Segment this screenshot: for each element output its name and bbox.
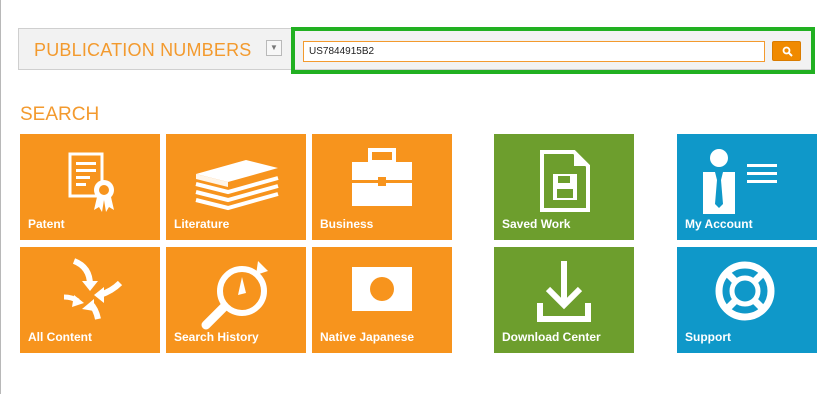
tile-search-history[interactable]: Search History (166, 247, 306, 353)
tile-business[interactable]: Business (312, 134, 452, 240)
search-type-label[interactable]: PUBLICATION NUMBERS (34, 39, 252, 61)
search-input[interactable] (303, 41, 765, 62)
tile-literature[interactable]: Literature (166, 134, 306, 240)
section-title: SEARCH (20, 104, 100, 125)
tile-label: Saved Work (502, 217, 571, 231)
search-button[interactable] (772, 41, 801, 61)
tile-saved-work[interactable]: Saved Work (494, 134, 634, 240)
search-icon (782, 46, 793, 57)
tile-label: Download Center (502, 330, 601, 344)
search-type-dropdown-button[interactable]: ▼ (266, 40, 282, 56)
tile-label: Native Japanese (320, 330, 415, 344)
tile-label: Business (320, 217, 374, 231)
page-left-border (0, 0, 1, 394)
tile-label: Literature (174, 217, 230, 231)
tile-label: Patent (28, 217, 65, 231)
tile-patent[interactable]: Patent (20, 134, 160, 240)
tile-download-center[interactable]: Download Center (494, 247, 634, 353)
tile-label: My Account (685, 217, 753, 231)
tile-all-content[interactable]: All Content (20, 247, 160, 353)
tile-native-japanese[interactable]: Native Japanese (312, 247, 452, 353)
tile-label: All Content (28, 330, 92, 344)
tile-support[interactable]: Support (677, 247, 817, 353)
tile-label: Search History (174, 330, 259, 344)
tile-my-account[interactable]: My Account (677, 134, 817, 240)
tile-label: Support (685, 330, 731, 344)
